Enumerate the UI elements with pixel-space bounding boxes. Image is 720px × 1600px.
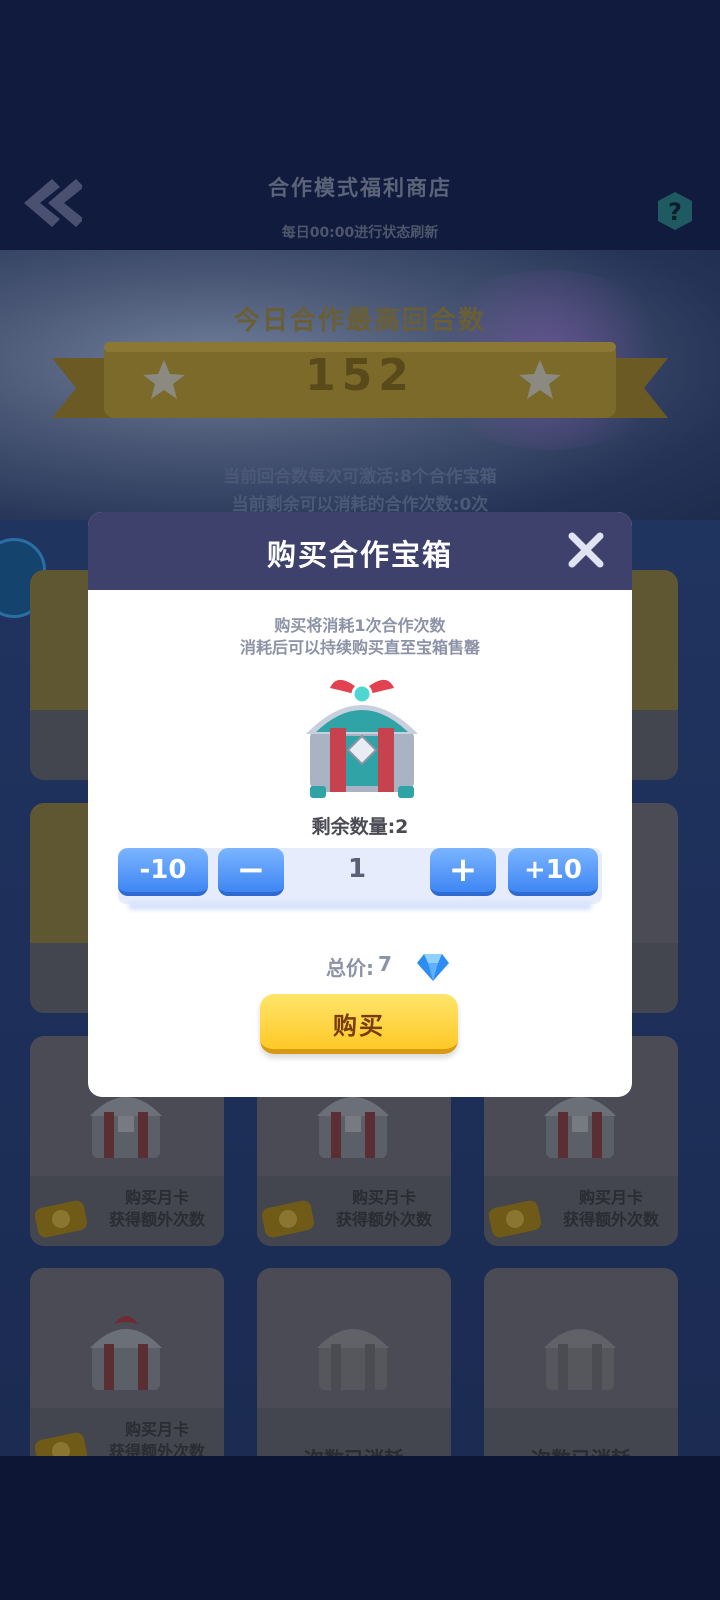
activation-info: 当前回合数每次可激活:8个合作宝箱 <box>223 467 497 487</box>
best-round-value: 152 <box>305 350 415 401</box>
card-text: 购买月卡 <box>124 1188 189 1207</box>
treasure-chest-icon <box>306 679 418 798</box>
card-text: 购买月卡 <box>578 1188 643 1207</box>
help-question-icon[interactable]: ? <box>656 190 694 232</box>
treasure-chest-icon <box>90 1316 162 1390</box>
chest-card[interactable]: 次数已消耗 <box>484 1268 678 1478</box>
dialog-title: 购买合作宝箱 <box>266 538 453 572</box>
remaining-quantity: 剩余数量:2 <box>311 816 409 838</box>
svg-text:?: ? <box>668 198 682 226</box>
dialog-description: 购买将消耗1次合作次数 <box>274 616 446 635</box>
header-bar <box>0 0 720 250</box>
month-card-ticket-icon <box>261 1200 315 1238</box>
bottom-mask <box>0 1456 720 1600</box>
close-icon[interactable] <box>566 530 606 570</box>
card-text: 购买月卡 <box>124 1420 189 1439</box>
card-text: 获得额外次数 <box>562 1210 659 1229</box>
minus-ten-button[interactable]: -10 <box>118 848 208 896</box>
dialog-description: 消耗后可以持续购买直至宝箱售罄 <box>239 638 480 657</box>
treasure-chest-icon <box>544 1329 616 1390</box>
month-card-ticket-icon <box>34 1200 88 1238</box>
treasure-chest-icon <box>317 1329 389 1390</box>
chest-card[interactable]: 次数已消耗 <box>257 1268 451 1478</box>
plus-button[interactable]: + <box>430 848 496 896</box>
month-card-ticket-icon <box>488 1200 542 1238</box>
plus-ten-button[interactable]: +10 <box>508 848 598 896</box>
buy-button-label: 购买 <box>333 1012 385 1040</box>
total-price-value: 7 <box>378 952 392 976</box>
diamond-icon <box>417 954 449 981</box>
refresh-notice: 每日00:00进行状态刷新 <box>281 225 439 241</box>
best-round-title: 今日合作最高回合数 <box>233 306 486 336</box>
total-price-label: 总价: <box>326 956 374 980</box>
buy-button[interactable]: 购买 <box>260 994 458 1054</box>
shop-title: 合作模式福利商店 <box>268 176 452 200</box>
minus-button[interactable]: − <box>218 848 284 896</box>
chest-card[interactable]: 购买月卡 获得额外次数 <box>30 1268 224 1478</box>
card-text: 获得额外次数 <box>108 1210 205 1229</box>
quantity-value[interactable]: 1 <box>284 854 430 884</box>
card-text: 购买月卡 <box>351 1188 416 1207</box>
purchase-dialog: 购买合作宝箱 购买将消耗1次合作次数 消耗后可以持续购买直至宝箱售罄 剩余数量:… <box>88 512 632 1097</box>
card-text: 获得额外次数 <box>335 1210 432 1229</box>
